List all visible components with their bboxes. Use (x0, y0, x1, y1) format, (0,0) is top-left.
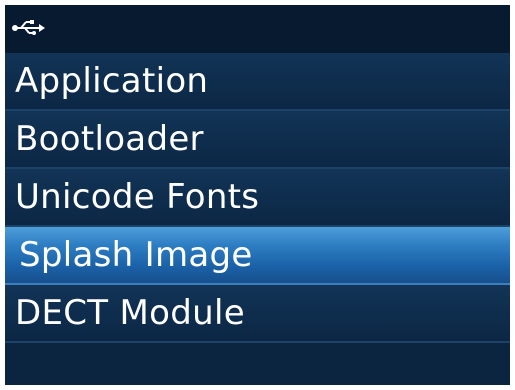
menu-item-label: Bootloader (15, 119, 204, 159)
menu-item-label: Unicode Fonts (15, 177, 260, 217)
menu-item-dect-module[interactable]: DECT Module (5, 285, 510, 343)
menu-item-application[interactable]: Application (5, 53, 510, 111)
status-bar (5, 5, 510, 53)
device-screen: Application Bootloader Unicode Fonts Spl… (5, 5, 510, 385)
menu-list: Application Bootloader Unicode Fonts Spl… (5, 53, 510, 343)
menu-item-label: DECT Module (15, 293, 245, 333)
menu-item-splash-image[interactable]: Splash Image (5, 227, 510, 285)
menu-item-bootloader[interactable]: Bootloader (5, 111, 510, 169)
menu-item-unicode-fonts[interactable]: Unicode Fonts (5, 169, 510, 227)
empty-footer (5, 343, 510, 385)
usb-icon (12, 20, 45, 35)
menu-item-label: Splash Image (19, 235, 253, 275)
menu-item-label: Application (15, 61, 209, 101)
